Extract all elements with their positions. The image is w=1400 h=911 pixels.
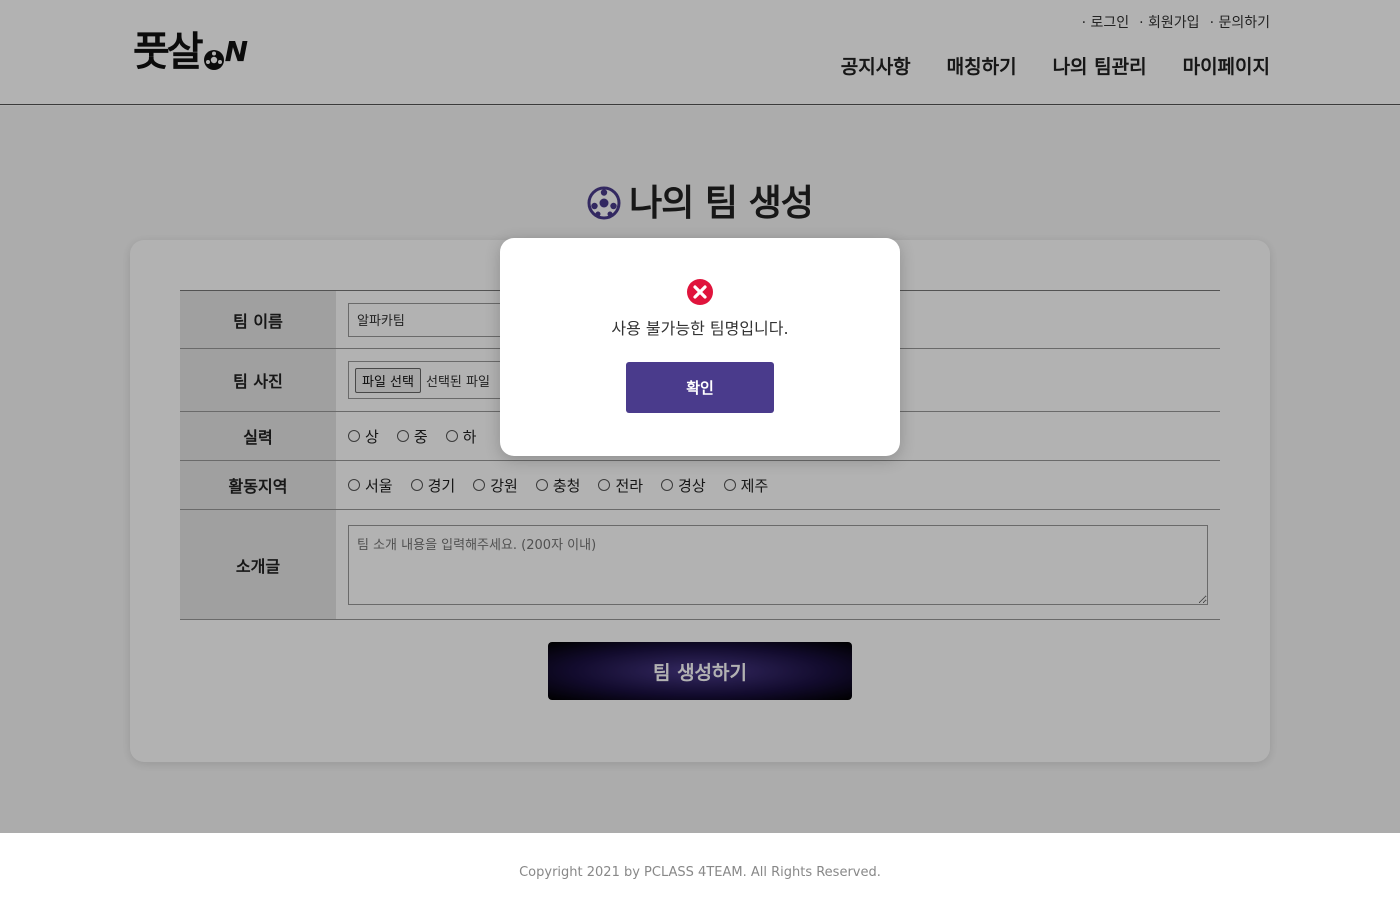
error-dialog: 사용 불가능한 팀명입니다. 확인 <box>500 238 900 456</box>
error-x-icon <box>687 279 713 305</box>
site-footer: Copyright 2021 by PCLASS 4TEAM. All Righ… <box>0 833 1400 911</box>
dialog-message: 사용 불가능한 팀명입니다. <box>611 319 789 338</box>
confirm-button[interactable]: 확인 <box>626 362 774 413</box>
copyright-text: Copyright 2021 by PCLASS 4TEAM. All Righ… <box>519 865 881 880</box>
